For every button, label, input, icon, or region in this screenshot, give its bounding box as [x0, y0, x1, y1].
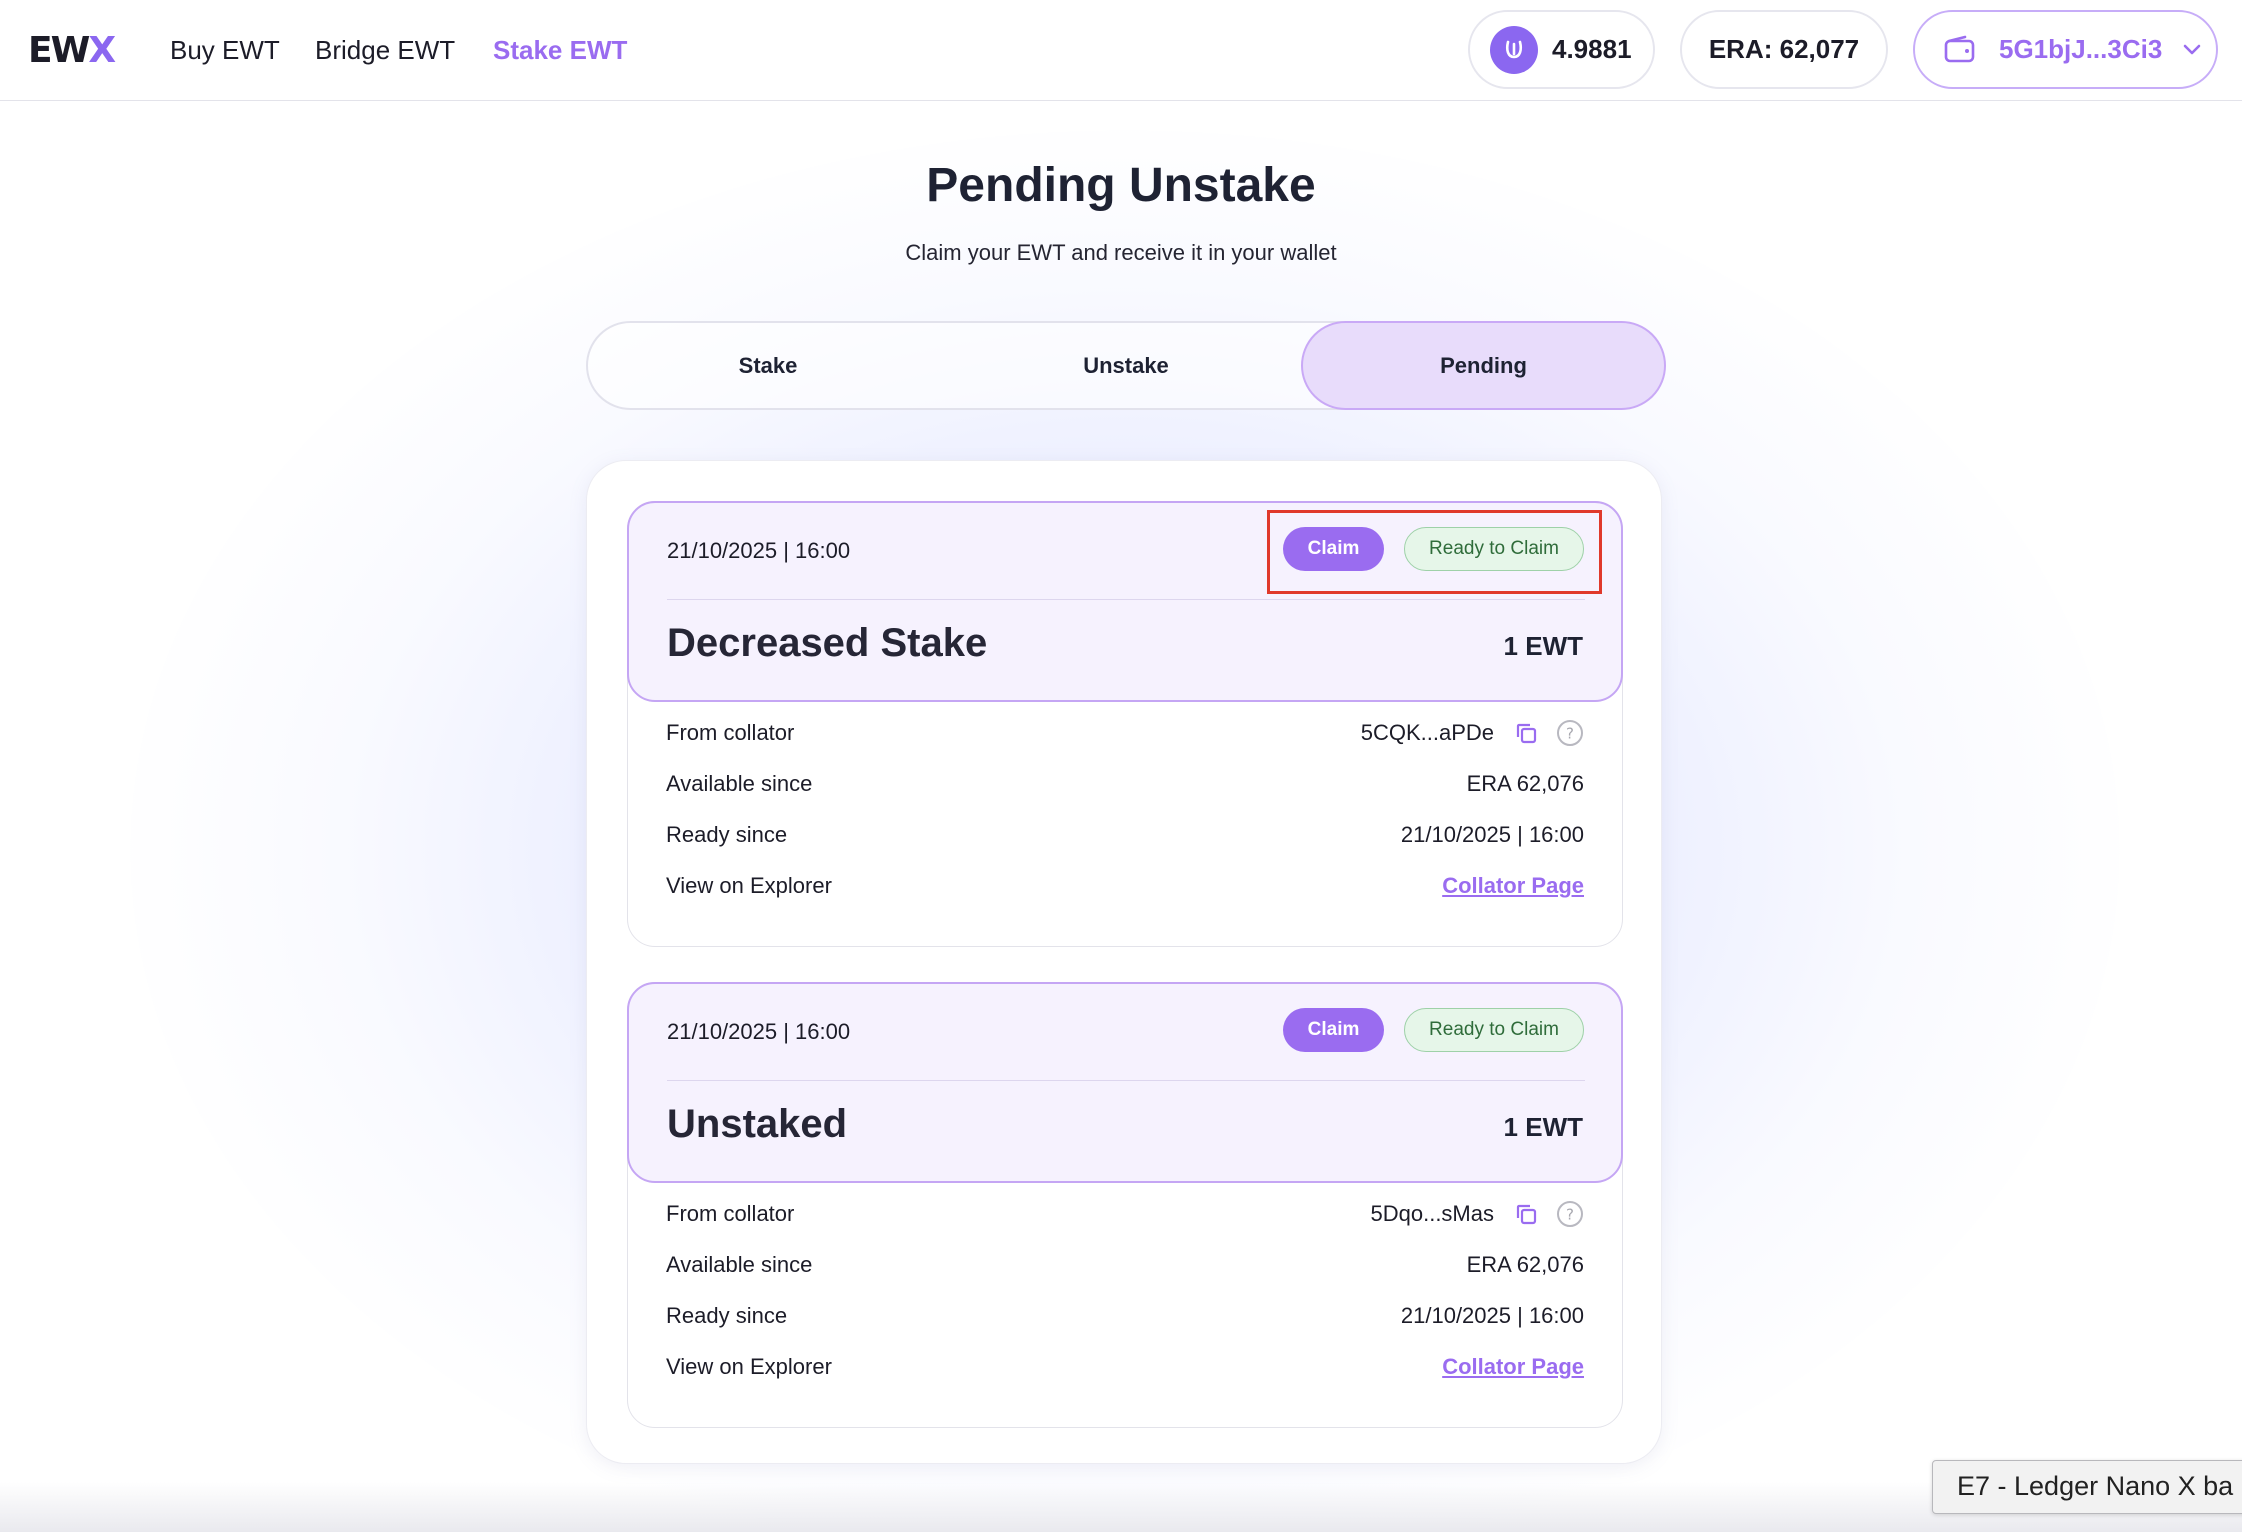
- row-value: 21/10/2025 | 16:00: [1400, 1303, 1584, 1328]
- top-nav: EWX Buy EWT Bridge EWT Stake EWT 4.9881 …: [0, 0, 2242, 101]
- status-badge: Ready to Claim: [1404, 527, 1584, 571]
- wallet-icon: [1943, 35, 1977, 65]
- tab-pending[interactable]: Pending: [1301, 321, 1666, 410]
- row-explorer: View on Explorer Collator Page: [666, 1347, 1584, 1387]
- copy-icon[interactable]: [1514, 721, 1538, 745]
- card-kind: Unstaked: [667, 1102, 848, 1146]
- chevron-down-icon: [2182, 43, 2202, 57]
- wallet-button[interactable]: 5G1bjJ...3Ci3: [1913, 10, 2218, 89]
- claim-button[interactable]: Claim: [1283, 527, 1384, 571]
- row-label: From collator: [666, 720, 795, 745]
- row-label: View on Explorer: [666, 873, 832, 898]
- row-available-since: Available since ERA 62,076: [666, 764, 1584, 804]
- page-subtitle: Claim your EWT and receive it in your wa…: [905, 240, 1337, 265]
- card-date: 21/10/2025 | 16:00: [667, 538, 851, 563]
- tab-unstake[interactable]: Unstake: [946, 321, 1306, 410]
- row-label: Ready since: [666, 1303, 788, 1328]
- row-label: Ready since: [666, 822, 788, 847]
- tab-stake[interactable]: Stake: [588, 321, 948, 410]
- copy-icon[interactable]: [1514, 1202, 1538, 1226]
- row-value: ERA 62,076: [1466, 771, 1584, 796]
- status-badge: Ready to Claim: [1404, 1008, 1584, 1052]
- row-label: Available since: [666, 771, 813, 796]
- row-value: 21/10/2025 | 16:00: [1400, 822, 1584, 847]
- era-value: ERA: 62,077: [1708, 34, 1860, 64]
- nav-bridge-ewt[interactable]: Bridge EWT: [315, 34, 455, 66]
- era-pill: ERA: 62,077: [1680, 10, 1888, 89]
- collator-page-link[interactable]: Collator Page: [1442, 1354, 1584, 1380]
- nav-stake-ewt[interactable]: Stake EWT: [493, 34, 627, 66]
- card-divider: [667, 1080, 1585, 1081]
- card-date: 21/10/2025 | 16:00: [667, 1019, 851, 1044]
- device-tooltip: E7 - Ledger Nano X ba: [1932, 1460, 2242, 1514]
- wallet-address: 5G1bjJ...3Ci3: [1999, 34, 2163, 64]
- row-label: View on Explorer: [666, 1354, 832, 1379]
- row-explorer: View on Explorer Collator Page: [666, 866, 1584, 906]
- collator-page-link[interactable]: Collator Page: [1442, 873, 1584, 899]
- help-icon[interactable]: ?: [1556, 719, 1584, 747]
- row-ready-since: Ready since 21/10/2025 | 16:00: [666, 815, 1584, 855]
- svg-text:?: ?: [1566, 1206, 1574, 1224]
- row-from-collator: From collator 5Dqo...sMas ?: [666, 1194, 1584, 1234]
- claim-button[interactable]: Claim: [1283, 1008, 1384, 1052]
- ewx-logo[interactable]: EWX: [28, 32, 116, 70]
- bottom-shade: [0, 1482, 2242, 1532]
- row-value: ERA 62,076: [1466, 1252, 1584, 1277]
- coin-icon: [1490, 25, 1538, 74]
- balance-value: 4.9881: [1552, 34, 1632, 64]
- collator-address: 5CQK...aPDe: [1360, 720, 1494, 745]
- pending-card: 21/10/2025 | 16:00 Claim Ready to Claim …: [627, 501, 1623, 947]
- card-divider: [667, 599, 1585, 600]
- help-icon[interactable]: ?: [1556, 1200, 1584, 1228]
- nav-buy-ewt[interactable]: Buy EWT: [170, 34, 280, 66]
- stake-tabs: Stake Unstake Pending: [586, 321, 1666, 410]
- card-header: 21/10/2025 | 16:00 Claim Ready to Claim …: [627, 501, 1623, 702]
- row-label: Available since: [666, 1252, 813, 1277]
- pending-card: 21/10/2025 | 16:00 Claim Ready to Claim …: [627, 982, 1623, 1428]
- row-label: From collator: [666, 1201, 795, 1226]
- row-available-since: Available since ERA 62,076: [666, 1245, 1584, 1285]
- page-title: Pending Unstake: [926, 159, 1316, 212]
- row-from-collator: From collator 5CQK...aPDe ?: [666, 713, 1584, 753]
- svg-text:?: ?: [1566, 725, 1574, 743]
- card-header: 21/10/2025 | 16:00 Claim Ready to Claim …: [627, 982, 1623, 1183]
- pending-list: 21/10/2025 | 16:00 Claim Ready to Claim …: [586, 460, 1662, 1464]
- card-amount: 1 EWT: [1503, 631, 1583, 661]
- card-kind: Decreased Stake: [667, 621, 988, 665]
- row-ready-since: Ready since 21/10/2025 | 16:00: [666, 1296, 1584, 1336]
- collator-address: 5Dqo...sMas: [1370, 1201, 1495, 1226]
- card-amount: 1 EWT: [1503, 1112, 1583, 1142]
- balance-pill[interactable]: 4.9881: [1468, 10, 1655, 89]
